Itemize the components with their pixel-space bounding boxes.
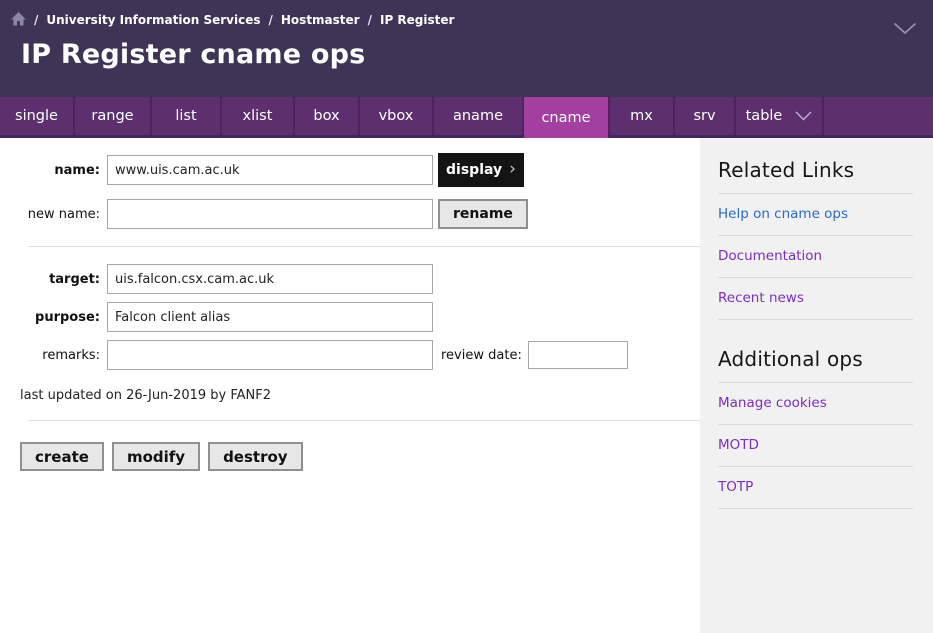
link-help-on-cname-ops[interactable]: Help on cname ops	[718, 194, 913, 236]
remarks-label: remarks:	[20, 348, 100, 363]
link-motd[interactable]: MOTD	[718, 425, 913, 467]
chevron-right-icon: ›	[509, 161, 516, 178]
chevron-down-icon	[795, 111, 812, 121]
target-label: target:	[20, 272, 100, 287]
content-area: name: display › new name: rename target:…	[0, 138, 933, 495]
tab-vbox[interactable]: vbox	[360, 97, 434, 135]
display-button[interactable]: display ›	[438, 153, 524, 187]
tab-mx[interactable]: mx	[610, 97, 675, 135]
tab-aname[interactable]: aname	[434, 97, 524, 135]
additional-ops-section: Additional ops Manage cookies MOTD TOTP	[718, 347, 913, 509]
new-name-label: new name:	[20, 207, 100, 222]
name-label: name:	[20, 163, 100, 178]
destroy-button[interactable]: destroy	[208, 442, 303, 471]
link-documentation[interactable]: Documentation	[718, 236, 913, 278]
page-title: IP Register cname ops	[21, 39, 933, 70]
tab-table[interactable]: table	[736, 97, 824, 135]
purpose-input[interactable]	[107, 302, 433, 332]
cname-ops-form: name: display › new name: rename target:…	[0, 138, 700, 495]
modify-button[interactable]: modify	[112, 442, 200, 471]
link-manage-cookies[interactable]: Manage cookies	[718, 383, 913, 425]
additional-ops-heading: Additional ops	[718, 347, 913, 371]
link-recent-news[interactable]: Recent news	[718, 278, 913, 320]
sidebar: Related Links Help on cname ops Document…	[700, 138, 933, 633]
breadcrumb: / University Information Services / Host…	[11, 13, 933, 27]
target-input[interactable]	[107, 264, 433, 294]
related-links-section: Related Links Help on cname ops Document…	[718, 158, 913, 320]
breadcrumb-item-uis[interactable]: University Information Services	[46, 13, 260, 27]
breadcrumb-item-ip-register[interactable]: IP Register	[380, 13, 454, 27]
breadcrumb-separator: /	[269, 13, 273, 27]
link-totp[interactable]: TOTP	[718, 467, 913, 509]
tab-table-label: table	[746, 108, 783, 124]
page-header: / University Information Services / Host…	[0, 0, 933, 97]
tab-single[interactable]: single	[0, 97, 75, 135]
tab-box[interactable]: box	[295, 97, 360, 135]
breadcrumb-separator: /	[34, 13, 38, 27]
create-button[interactable]: create	[20, 442, 104, 471]
tab-cname[interactable]: cname	[524, 97, 610, 138]
rename-button[interactable]: rename	[438, 199, 528, 229]
breadcrumb-separator: /	[368, 13, 372, 27]
name-input[interactable]	[107, 155, 433, 185]
last-updated-text: last updated on 26-Jun-2019 by FANF2	[20, 388, 700, 403]
tab-list[interactable]: list	[152, 97, 222, 135]
action-buttons: create modify destroy	[20, 442, 700, 471]
home-icon[interactable]	[11, 12, 26, 26]
new-name-input[interactable]	[107, 199, 433, 229]
ops-tabbar: single range list xlist box vbox aname c…	[0, 97, 933, 138]
form-divider	[28, 246, 704, 247]
review-date-input[interactable]	[528, 341, 628, 369]
tab-srv[interactable]: srv	[675, 97, 736, 135]
form-divider	[28, 420, 704, 421]
tab-range[interactable]: range	[75, 97, 152, 135]
review-date-label: review date:	[441, 348, 522, 363]
display-button-label: display	[446, 162, 502, 178]
related-links-heading: Related Links	[718, 158, 913, 182]
purpose-label: purpose:	[20, 310, 100, 325]
remarks-input[interactable]	[107, 340, 433, 370]
tab-xlist[interactable]: xlist	[222, 97, 295, 135]
chevron-down-icon[interactable]	[893, 20, 917, 39]
breadcrumb-item-hostmaster[interactable]: Hostmaster	[281, 13, 360, 27]
